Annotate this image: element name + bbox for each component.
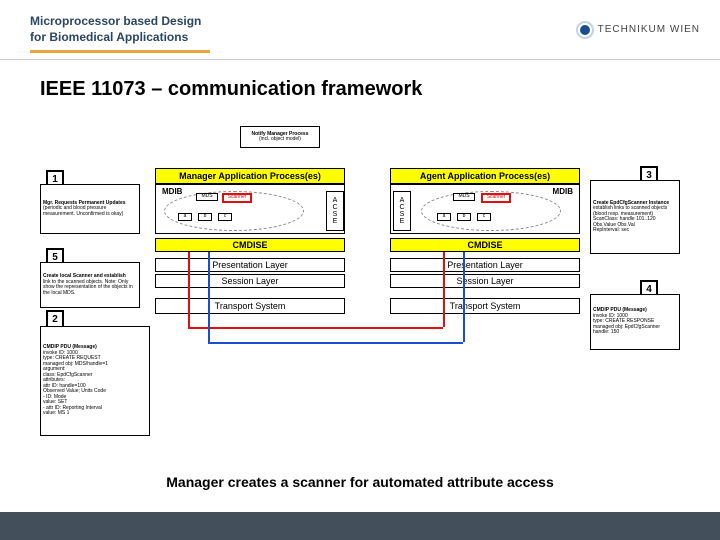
cmdise-left: CMDISE bbox=[155, 238, 345, 252]
logo-text: TECHNIKUM WIEN bbox=[598, 24, 700, 35]
transport-system-right: Transport System bbox=[390, 298, 580, 314]
callout-step3: Create EpdCfgScanner Instance establish … bbox=[590, 180, 680, 254]
framework-diagram: 1 2 3 4 5 6 Notify Manager Process (incl… bbox=[40, 140, 680, 450]
course-title: Microprocessor based Design for Biomedic… bbox=[30, 14, 201, 45]
attr-b-right: b bbox=[457, 213, 471, 221]
red-arrow-left-down bbox=[188, 252, 190, 327]
slide-footer-bar bbox=[0, 512, 720, 540]
blue-arrow-bottom bbox=[208, 342, 463, 344]
manager-app-process: Manager Application Process(es) bbox=[155, 168, 345, 184]
acse-left: A C S E bbox=[326, 191, 344, 231]
notify-manager-box: Notify Manager Process (incl. object mod… bbox=[240, 126, 320, 148]
scanner-node-left: Scanner bbox=[222, 193, 252, 203]
logo-mark-icon bbox=[578, 23, 592, 37]
callout2-body: invoke ID: 1000 type: CREATE REQUEST man… bbox=[43, 351, 108, 417]
mds-node-left: MDS bbox=[196, 193, 218, 201]
callout3-body: establish links to scanned objects (bloo… bbox=[593, 206, 677, 234]
callout4-body: invoke ID: 1000 type: CREATE RESPONSE ma… bbox=[593, 314, 660, 336]
blue-arrow-right-up bbox=[463, 252, 465, 342]
session-layer-right: Session Layer bbox=[390, 274, 580, 288]
agent-mdib-area: MDIB A C S E MDS Scanner a b c bbox=[390, 184, 580, 234]
slide-caption: Manager creates a scanner for automated … bbox=[0, 474, 720, 490]
mdib-label-right: MDIB bbox=[553, 187, 573, 196]
manager-mdib-area: MDIB MDS Scanner a b c A C S E bbox=[155, 184, 345, 234]
callout-step4-pdu: CMDIP PDU (Message) invoke ID: 1000 type… bbox=[590, 294, 680, 350]
callout1-body: (periodic and blood pressure measurement… bbox=[43, 206, 137, 217]
callout-step5: Create local Scanner and establish link … bbox=[40, 262, 140, 308]
session-layer-left: Session Layer bbox=[155, 274, 345, 288]
course-title-line1: Microprocessor based Design bbox=[30, 14, 201, 30]
blue-arrow-left-down bbox=[208, 252, 210, 342]
red-arrow-right-up bbox=[443, 252, 445, 327]
attr-a-left: a bbox=[178, 213, 192, 221]
slide-title: IEEE 11073 – communication framework bbox=[0, 60, 720, 111]
notify-sub: (incl. object model) bbox=[259, 137, 301, 143]
callout-step2-pdu: CMDIP PDU (Message) invoke ID: 1000 type… bbox=[40, 326, 150, 436]
presentation-layer-right: Presentation Layer bbox=[390, 258, 580, 272]
course-title-line2: for Biomedical Applications bbox=[30, 30, 201, 46]
callout-step1: Mgr. Requests Permanent Updates (periodi… bbox=[40, 184, 140, 234]
agent-app-process: Agent Application Process(es) bbox=[390, 168, 580, 184]
institution-logo: TECHNIKUM WIEN bbox=[578, 23, 700, 37]
attr-b-left: b bbox=[198, 213, 212, 221]
slide-header: Microprocessor based Design for Biomedic… bbox=[0, 0, 720, 60]
callout5-body: link to the scanned objects. Note: Only … bbox=[43, 280, 137, 297]
scanner-node-right: Scanner bbox=[481, 193, 511, 203]
mdib-label-left: MDIB bbox=[162, 187, 182, 196]
red-arrow-bottom bbox=[188, 327, 443, 329]
cmdise-right: CMDISE bbox=[390, 238, 580, 252]
acse-right: A C S E bbox=[393, 191, 411, 231]
attr-a-right: a bbox=[437, 213, 451, 221]
presentation-layer-left: Presentation Layer bbox=[155, 258, 345, 272]
mds-node-right: MDS bbox=[453, 193, 475, 201]
attr-c-right: c bbox=[477, 213, 491, 221]
transport-system-left: Transport System bbox=[155, 298, 345, 314]
attr-c-left: c bbox=[218, 213, 232, 221]
